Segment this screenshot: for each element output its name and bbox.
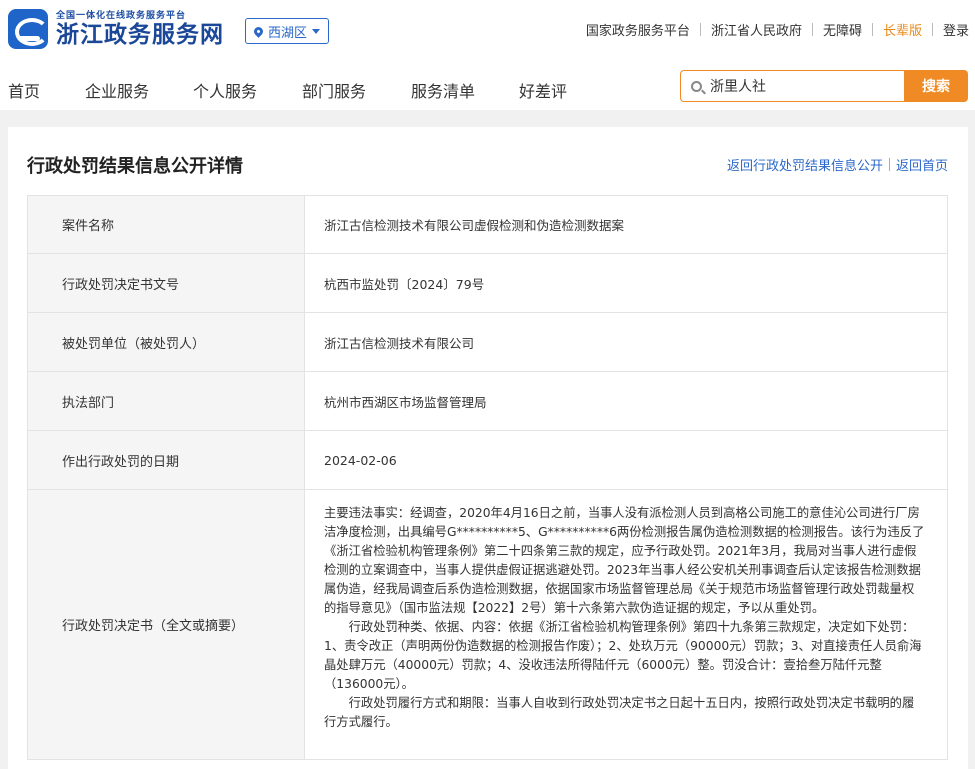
divider xyxy=(871,23,873,36)
table-row: 案件名称 浙江古信检测技术有限公司虚假检测和伪造检测数据案 xyxy=(27,195,948,254)
link-accessibility[interactable]: 无障碍 xyxy=(823,20,862,39)
table-row: 行政处罚决定书文号 杭西市监处罚〔2024〕79号 xyxy=(27,254,948,313)
region-label: 西湖区 xyxy=(268,25,308,41)
row-value: 杭西市监处罚〔2024〕79号 xyxy=(324,276,485,292)
divider xyxy=(931,23,933,36)
table-row: 执法部门 杭州市西湖区市场监督管理局 xyxy=(27,372,948,431)
link-provincial-government[interactable]: 浙江省人民政府 xyxy=(711,20,802,39)
nav-feedback[interactable]: 好差评 xyxy=(519,78,567,102)
top-header: 全国一体化在线政务服务平台 浙江政务服务网 西湖区 国家政务服务平台 浙江省人民… xyxy=(0,0,975,60)
row-value: 2024-02-06 xyxy=(324,452,397,468)
row-label: 被处罚单位（被处罚人） xyxy=(28,313,305,371)
divider xyxy=(699,23,701,36)
nav-department[interactable]: 部门服务 xyxy=(302,78,366,102)
logo-title: 浙江政务服务网 xyxy=(56,21,224,48)
page-title: 行政处罚结果信息公开详情 xyxy=(27,156,243,177)
row-label: 行政处罚决定书（全文或摘要） xyxy=(28,490,305,759)
nav-service-list[interactable]: 服务清单 xyxy=(411,78,475,102)
row-value: 浙江古信检测技术有限公司虚假检测和伪造检测数据案 xyxy=(324,218,625,233)
divider xyxy=(811,23,813,36)
row-value: 杭州市西湖区市场监督管理局 xyxy=(324,394,487,410)
row-label: 案件名称 xyxy=(28,196,305,253)
top-links: 国家政务服务平台 浙江省人民政府 无障碍 长辈版 登录 xyxy=(586,20,969,39)
nav-personal[interactable]: 个人服务 xyxy=(193,78,257,102)
region-selector[interactable]: 西湖区 xyxy=(245,18,330,44)
table-row: 被处罚单位（被处罚人） 浙江古信检测技术有限公司 xyxy=(27,313,948,372)
table-row: 作出行政处罚的日期 2024-02-06 xyxy=(27,431,948,490)
link-back-home[interactable]: 返回首页 xyxy=(896,155,948,174)
decision-text: 主要违法事实：经调查，2020年4月16日之前，当事人没有派检测人员到高格公司施… xyxy=(305,490,947,759)
main-nav: 首页 企业服务 个人服务 部门服务 服务清单 好差评 搜索 xyxy=(0,60,975,110)
logo-icon xyxy=(8,8,48,49)
link-back-to-list[interactable]: 返回行政处罚结果信息公开 xyxy=(727,155,883,174)
decision-execution: 行政处罚履行方式和期限：当事人自收到行政处罚决定书之日起十五日内，按照行政处罚决… xyxy=(324,696,915,729)
nav-home[interactable]: 首页 xyxy=(8,78,40,102)
logo-subtitle: 全国一体化在线政务服务平台 xyxy=(56,11,187,21)
search-input[interactable] xyxy=(710,78,890,94)
row-label: 作出行政处罚的日期 xyxy=(28,431,305,489)
divider xyxy=(888,158,890,171)
site-logo[interactable]: 全国一体化在线政务服务平台 浙江政务服务网 xyxy=(8,8,224,49)
location-pin-icon xyxy=(252,24,265,38)
row-value: 浙江古信检测技术有限公司 xyxy=(324,335,475,351)
decision-facts: 主要违法事实：经调查，2020年4月16日之前，当事人没有派检测人员到高格公司施… xyxy=(324,506,925,615)
search-button[interactable]: 搜索 xyxy=(904,70,968,102)
row-label: 行政处罚决定书文号 xyxy=(28,254,305,312)
table-row: 行政处罚决定书（全文或摘要） 主要违法事实：经调查，2020年4月16日之前，当… xyxy=(27,490,948,760)
detail-panel: 行政处罚结果信息公开详情 返回行政处罚结果信息公开 返回首页 案件名称 浙江古信… xyxy=(8,127,968,769)
row-label: 执法部门 xyxy=(28,372,305,430)
caret-down-icon xyxy=(312,28,321,34)
nav-enterprise[interactable]: 企业服务 xyxy=(85,78,149,102)
search-bar: 搜索 xyxy=(680,70,968,102)
panel-links: 返回行政处罚结果信息公开 返回首页 xyxy=(727,155,948,174)
decision-penalty: 行政处罚种类、依据、内容：依据《浙江省检验机构管理条例》第四十九条第三款规定，决… xyxy=(324,620,922,691)
link-elder-mode[interactable]: 长辈版 xyxy=(883,20,922,39)
search-icon xyxy=(691,80,702,92)
link-national-platform[interactable]: 国家政务服务平台 xyxy=(586,20,690,39)
link-login[interactable]: 登录 xyxy=(943,20,969,39)
search-box[interactable] xyxy=(680,70,904,102)
info-table: 案件名称 浙江古信检测技术有限公司虚假检测和伪造检测数据案 行政处罚决定书文号 … xyxy=(27,195,948,760)
